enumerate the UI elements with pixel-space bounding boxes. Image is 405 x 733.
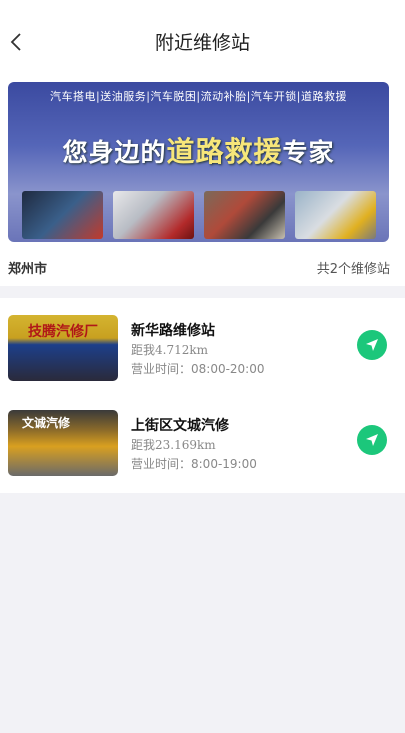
slogan-part-2: 专家 bbox=[282, 138, 335, 167]
navigation-arrow-icon bbox=[366, 434, 378, 446]
city-name[interactable]: 郑州市 bbox=[8, 258, 47, 277]
station-hours: 营业时间：8:00-19:00 bbox=[131, 457, 257, 471]
banner-slogan: 您身边的道路救援专家 bbox=[8, 130, 389, 170]
station-hours: 营业时间：08:00-20:00 bbox=[131, 362, 265, 376]
station-photo: 技腾汽修厂 bbox=[8, 315, 118, 381]
photo-tow-truck bbox=[295, 191, 376, 239]
banner-photos bbox=[22, 191, 376, 239]
banner-services: 汽车搭电|送油服务|汽车脱困|流动补胎|汽车开锁|道路救援 bbox=[49, 90, 348, 103]
photo-sign: 文诚汽修 bbox=[22, 416, 71, 430]
navigate-button[interactable] bbox=[357, 330, 387, 360]
navigation-arrow-icon bbox=[366, 339, 378, 351]
list-item[interactable]: 文诚汽修 上街区文城汽修 距我23.169km 营业时间：8:00-19:00 bbox=[0, 395, 405, 491]
navigate-button[interactable] bbox=[357, 425, 387, 455]
slogan-highlight: 道路救援 bbox=[166, 135, 283, 168]
station-count: 共2个维修站 bbox=[316, 262, 390, 277]
slogan-part-1: 您身边的 bbox=[62, 138, 167, 167]
page-title: 附近维修站 bbox=[154, 32, 250, 54]
photo-tire-repair bbox=[204, 191, 285, 239]
promo-banner[interactable]: 汽车搭电|送油服务|汽车脱困|流动补胎|汽车开锁|道路救援 您身边的道路救援专家 bbox=[8, 82, 389, 242]
photo-car-damage bbox=[113, 191, 194, 239]
banner-section: 汽车搭电|送油服务|汽车脱困|流动补胎|汽车开锁|道路救援 您身边的道路救援专家… bbox=[0, 82, 405, 286]
location-row: 郑州市 共2个维修站 bbox=[0, 256, 405, 286]
station-list: 技腾汽修厂 新华路维修站 距我4.712km 营业时间：08:00-20:00 … bbox=[0, 298, 405, 493]
list-item[interactable]: 技腾汽修厂 新华路维修站 距我4.712km 营业时间：08:00-20:00 bbox=[0, 298, 405, 394]
station-distance: 距我4.712km bbox=[131, 343, 209, 357]
station-name: 上街区文城汽修 bbox=[131, 418, 229, 434]
photo-jump-start bbox=[22, 191, 103, 239]
photo-sign: 技腾汽修厂 bbox=[28, 324, 98, 340]
top-bar: 附近维修站 bbox=[0, 0, 405, 82]
station-name: 新华路维修站 bbox=[131, 323, 215, 339]
station-photo: 文诚汽修 bbox=[8, 410, 118, 476]
station-distance: 距我23.169km bbox=[131, 438, 216, 452]
